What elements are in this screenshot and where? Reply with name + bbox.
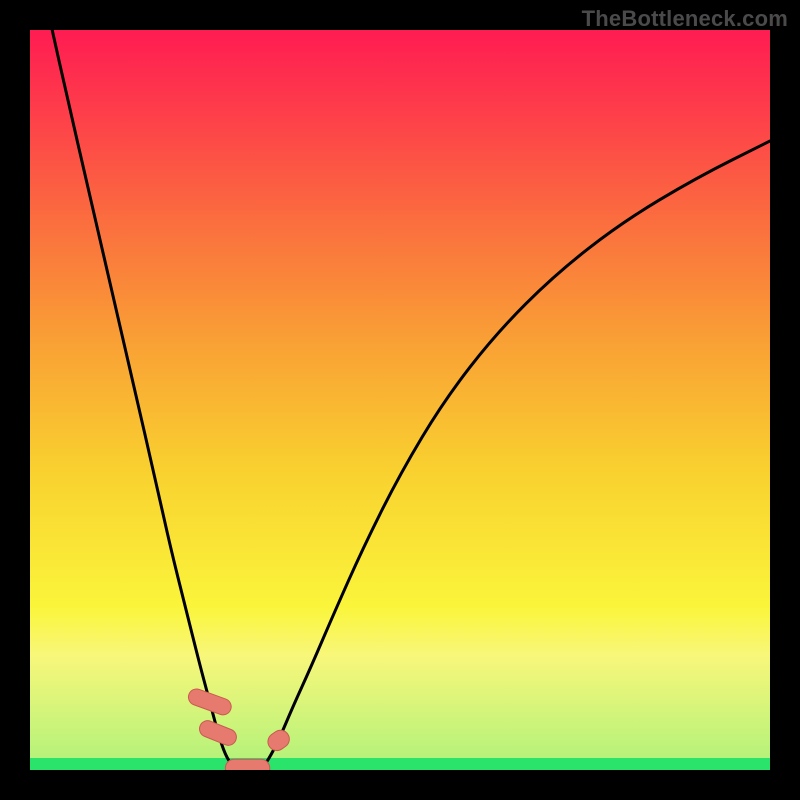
gradient-background [30,30,770,770]
plot-area [30,30,770,770]
marker-2 [225,759,269,770]
watermark-text: TheBottleneck.com [582,6,788,32]
chart-frame: TheBottleneck.com [0,0,800,800]
chart-svg [30,30,770,770]
